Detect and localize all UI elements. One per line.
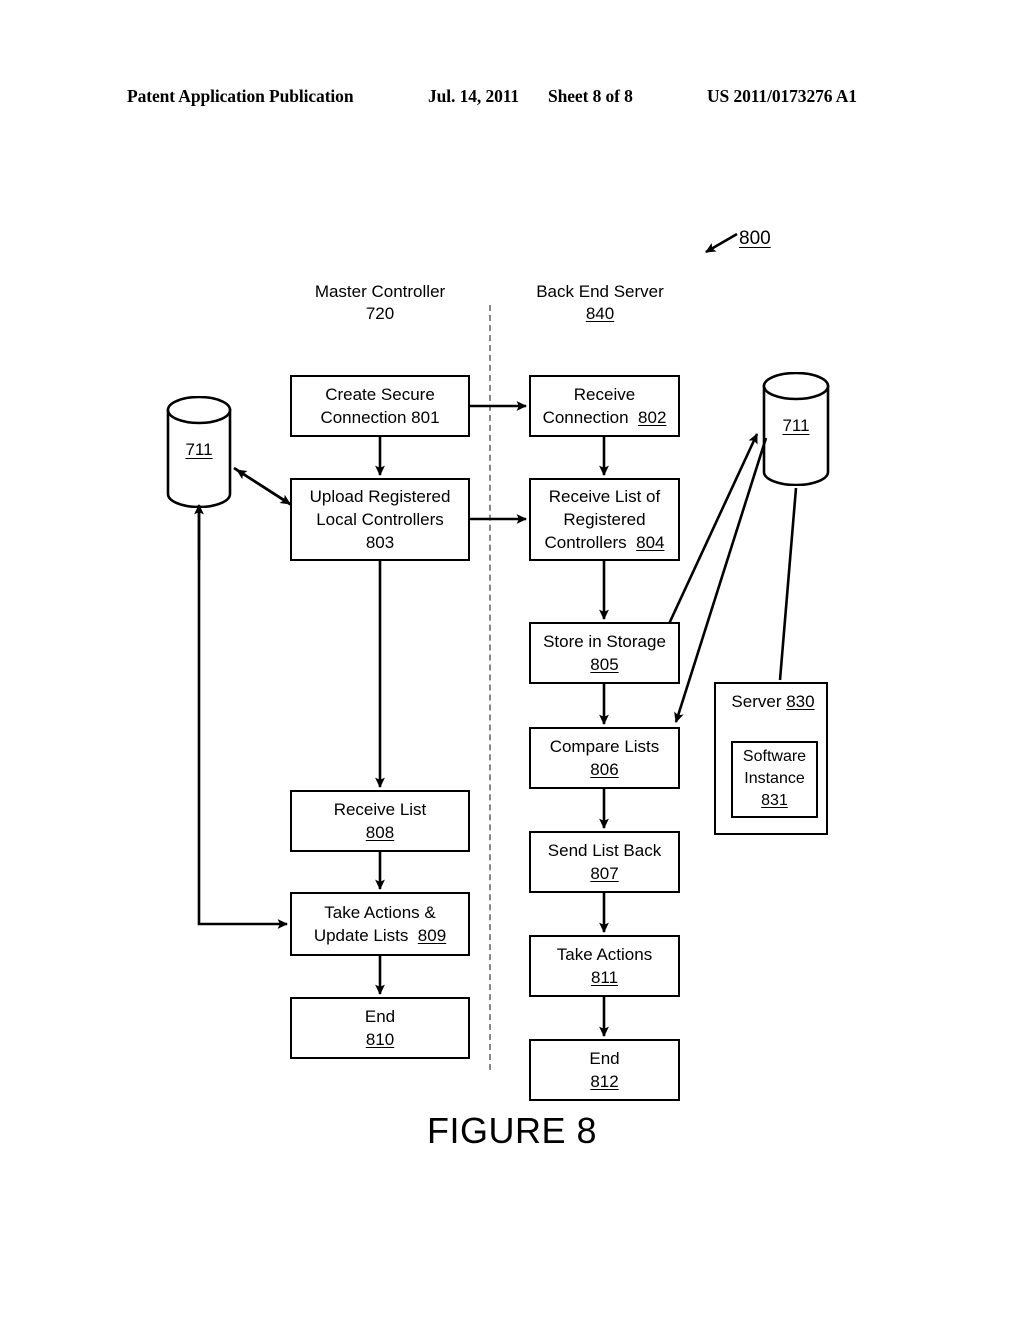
box-numeral: 808: [365, 823, 395, 842]
header-patent-number: US 2011/0173276 A1: [707, 86, 857, 106]
box-line-3: 803: [365, 533, 395, 552]
lane-heading-master-controller: Master Controller 720: [268, 281, 492, 325]
header-publication: Patent Application Publication: [127, 86, 354, 106]
box-line-1: Take Actions: [556, 945, 653, 964]
header-sheet: Sheet 8 of 8: [548, 86, 633, 106]
box-line-1: Send List Back: [547, 841, 662, 860]
lane-heading-back-end-server: Back End Server 840: [492, 281, 708, 325]
box-line-1: Create Secure: [325, 385, 435, 404]
box-numeral: 809: [417, 926, 447, 945]
arrow-805-to-storage711-right: [666, 433, 759, 627]
server-title: Server: [731, 692, 782, 711]
process-box-804[interactable]: Receive List of Registered Controllers 8…: [529, 478, 680, 561]
process-box-808[interactable]: Receive List 808: [290, 790, 470, 852]
process-box-807[interactable]: Send List Back 807: [529, 831, 680, 893]
process-box-802[interactable]: Receive Connection 802: [529, 375, 680, 437]
box-numeral: 810: [365, 1030, 395, 1049]
server-box-830[interactable]: Server 830 Software Instance 831: [714, 682, 828, 835]
box-numeral: 802: [638, 408, 667, 427]
box-line-1: Receive List of: [548, 487, 661, 506]
figure-caption: FIGURE 8: [426, 1110, 598, 1151]
box-line-1: Receive: [573, 385, 636, 404]
software-instance-label: Software Instance 831: [733, 746, 816, 812]
lane-numeral: 720: [365, 304, 395, 323]
server-label: Server 830: [716, 690, 830, 713]
box-line-1: Take Actions &: [324, 903, 436, 922]
box-numeral: 812: [590, 1072, 619, 1091]
wire-server830-to-storage711-right: [778, 487, 798, 681]
arrow-storage711-left-to-803: [233, 466, 291, 506]
datastore-cylinder-left-711: 711: [166, 395, 232, 509]
lane-title-text: Master Controller: [314, 282, 446, 301]
wire-storage-to-809: [197, 508, 289, 929]
figure-reference-numeral-800: 800: [739, 228, 771, 249]
box-line-2: Local Controllers: [316, 510, 444, 529]
box-numeral: 806: [590, 760, 619, 779]
lane-numeral: 840: [585, 304, 615, 323]
patent-header: Patent Application Publication Jul. 14, …: [0, 86, 1024, 112]
datastore-cylinder-right-711: 711: [762, 371, 830, 487]
arrow-storage711-right-to-806: [674, 437, 768, 723]
instance-title-line-2: Instance: [744, 770, 805, 787]
process-box-810[interactable]: End 810: [290, 997, 470, 1059]
lane-title-text: Back End Server: [536, 282, 664, 301]
box-numeral: 805: [590, 655, 619, 674]
process-box-806[interactable]: Compare Lists 806: [529, 727, 680, 789]
arrow-803-to-storage711-left: [236, 468, 294, 508]
box-numeral: 807: [590, 864, 619, 883]
datastore-label: 711: [782, 416, 810, 435]
datastore-label: 711: [185, 440, 213, 459]
box-line-2: Connection 802: [542, 408, 667, 427]
process-box-811[interactable]: Take Actions 811: [529, 935, 680, 997]
box-line-1: End: [364, 1007, 396, 1026]
process-box-803[interactable]: Upload Registered Local Controllers 803: [290, 478, 470, 561]
box-line-1: Compare Lists: [549, 737, 660, 756]
box-line-1: Receive List: [333, 800, 427, 819]
instance-title-line-1: Software: [742, 748, 807, 765]
process-box-805[interactable]: Store in Storage 805: [529, 622, 680, 684]
software-instance-box-831[interactable]: Software Instance 831: [731, 741, 818, 818]
arrow-800-leader: [705, 232, 738, 254]
instance-numeral: 831: [761, 792, 788, 809]
swimlane-divider: [489, 305, 491, 1070]
box-line-1: End: [589, 1049, 620, 1068]
process-box-809[interactable]: Take Actions & Update Lists 809: [290, 892, 470, 956]
box-line-2: Update Lists 809: [313, 926, 447, 945]
process-box-812[interactable]: End 812: [529, 1039, 680, 1101]
patent-figure-page: Patent Application Publication Jul. 14, …: [0, 0, 1024, 1320]
box-line-2: Connection 801: [320, 408, 440, 427]
box-numeral: 811: [590, 968, 619, 987]
process-box-801[interactable]: Create Secure Connection 801: [290, 375, 470, 437]
header-date: Jul. 14, 2011: [428, 86, 520, 106]
box-line-3: Controllers 804: [544, 533, 665, 552]
box-numeral: 804: [636, 533, 665, 552]
box-line-1: Store in Storage: [543, 632, 666, 651]
server-numeral: 830: [786, 692, 815, 711]
box-line-2: Registered: [563, 510, 646, 529]
box-line-1: Upload Registered: [309, 487, 451, 506]
